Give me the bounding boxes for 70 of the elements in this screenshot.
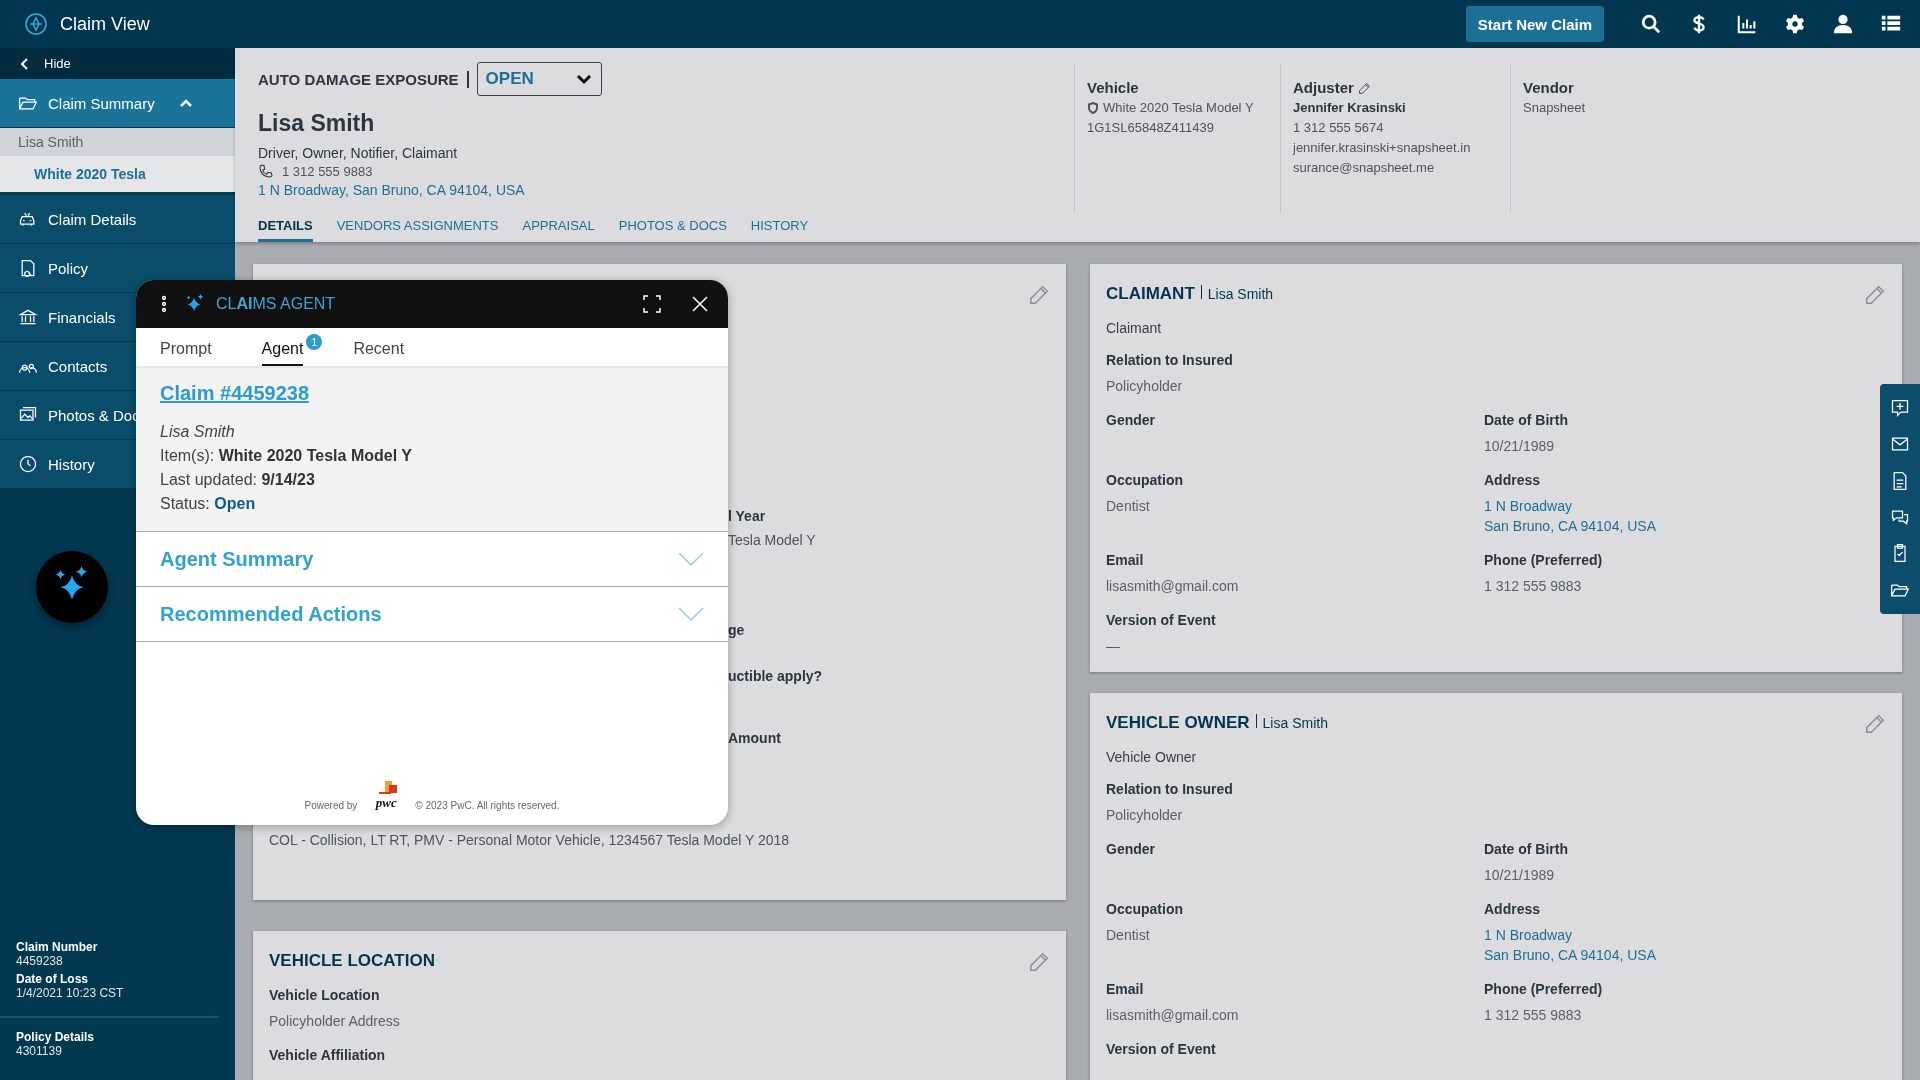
info-title: Vehicle bbox=[1087, 78, 1139, 98]
status-label: Status: bbox=[160, 495, 210, 512]
info-title: Vendor bbox=[1523, 78, 1574, 98]
field-value: Dentist bbox=[1106, 497, 1151, 516]
field-label: Gender bbox=[1106, 412, 1156, 428]
field-label: Relation to Insured bbox=[1106, 352, 1234, 368]
field-label: Occupation bbox=[1106, 901, 1184, 917]
claim-info-value: 1/4/2021 10:23 CST bbox=[16, 986, 125, 1000]
claim-info-value: 4301139 bbox=[16, 1044, 63, 1058]
field-value: Dentist bbox=[1106, 926, 1151, 945]
claim-info-value: 4459238 bbox=[16, 954, 64, 968]
info-value: White 2020 Tesla Model Y bbox=[1103, 99, 1254, 117]
card-subtitle: Lisa Smith bbox=[1200, 285, 1274, 302]
card-subtitle: Lisa Smith bbox=[1255, 714, 1328, 731]
field-value: Policyholder bbox=[1106, 806, 1184, 825]
field-label: Phone (Preferred) bbox=[1484, 981, 1604, 997]
phone-number: 1 312 555 9883 bbox=[282, 163, 373, 179]
field-value: 1 312 555 9883 bbox=[1484, 577, 1583, 596]
field-value: lisasmith@gmail.com bbox=[1106, 1006, 1240, 1025]
field-label: Version of Event bbox=[1106, 612, 1217, 628]
exposure-label: AUTO DAMAGE EXPOSURE bbox=[258, 70, 469, 88]
card-title: VEHICLE OWNER bbox=[1106, 713, 1250, 733]
field-value: 10/21/1989 bbox=[1484, 866, 1556, 885]
claim-info-label: Claim Number bbox=[16, 940, 99, 954]
field-value: 1 312 555 9883 bbox=[1484, 1006, 1583, 1025]
field-label: uctible apply? bbox=[728, 668, 824, 684]
field-label: l Year bbox=[728, 508, 767, 524]
field-label: Address bbox=[1484, 901, 1542, 917]
card-title: VEHICLE LOCATION bbox=[269, 951, 435, 971]
field-value: Tesla Model Y bbox=[728, 532, 817, 548]
info-value: 1 312 555 5674 bbox=[1293, 119, 1385, 137]
field-label: ge bbox=[728, 622, 746, 638]
claim-info-label: Date of Loss bbox=[16, 972, 89, 986]
field-label: Occupation bbox=[1106, 472, 1184, 488]
field-label: Relation to Insured bbox=[1106, 781, 1234, 797]
info-value: Snapsheet bbox=[1523, 99, 1587, 117]
claim-info-label: Policy Details bbox=[16, 1030, 96, 1044]
field-label: Date of Birth bbox=[1484, 412, 1569, 428]
status-value: Open bbox=[214, 495, 256, 512]
claimant-name: Lisa Smith bbox=[160, 423, 236, 441]
adjuster-name: Jennifer Krasinski bbox=[1293, 99, 1407, 117]
field-label: Email bbox=[1106, 552, 1145, 568]
field-label: Phone (Preferred) bbox=[1484, 552, 1604, 568]
field-label: Vehicle Location bbox=[269, 987, 381, 1003]
party-roles: Driver, Owner, Notifier, Claimant bbox=[258, 145, 459, 161]
party-role: Vehicle Owner bbox=[1106, 749, 1198, 765]
field-label: Version of Event bbox=[1106, 1041, 1217, 1057]
field-label: Gender bbox=[1106, 841, 1156, 857]
notification-badge: 1 bbox=[306, 334, 323, 350]
info-value: 1G1SL65848Z411439 bbox=[1087, 119, 1215, 137]
party-role: Claimant bbox=[1106, 320, 1163, 336]
powered-by-text: Powered by bbox=[304, 800, 358, 811]
field-value: lisasmith@gmail.com bbox=[1106, 577, 1240, 596]
brand-logo: pwc bbox=[375, 795, 397, 811]
info-title: Adjuster bbox=[1293, 78, 1354, 98]
email-address: jennifer.krasinski+snapsheet.insurance@snapsheet.me bbox=[1293, 139, 1472, 177]
field-value: — bbox=[1106, 637, 1121, 656]
party-name: Lisa Smith bbox=[258, 110, 376, 137]
coverage-value: COL - Collision, LT RT, PMV - Personal Motor Vehicle, 1234567 Tesla Model Y 2018 bbox=[269, 832, 791, 848]
card-title: CLAIMANT bbox=[1106, 284, 1195, 304]
field-label: Address bbox=[1484, 472, 1542, 488]
app-title: Claim View bbox=[60, 13, 151, 35]
field-label: Date of Birth bbox=[1484, 841, 1569, 857]
field-label: Email bbox=[1106, 981, 1145, 997]
copyright-text: © 2023 PwC. All rights reserved. bbox=[415, 800, 560, 811]
field-value: Policyholder bbox=[1106, 377, 1184, 396]
field-label: Amount bbox=[728, 730, 782, 746]
field-label: Vehicle Affiliation bbox=[269, 1047, 387, 1063]
field-value: Policyholder Address bbox=[269, 1012, 401, 1031]
field-value: 10/21/1989 bbox=[1484, 437, 1556, 456]
